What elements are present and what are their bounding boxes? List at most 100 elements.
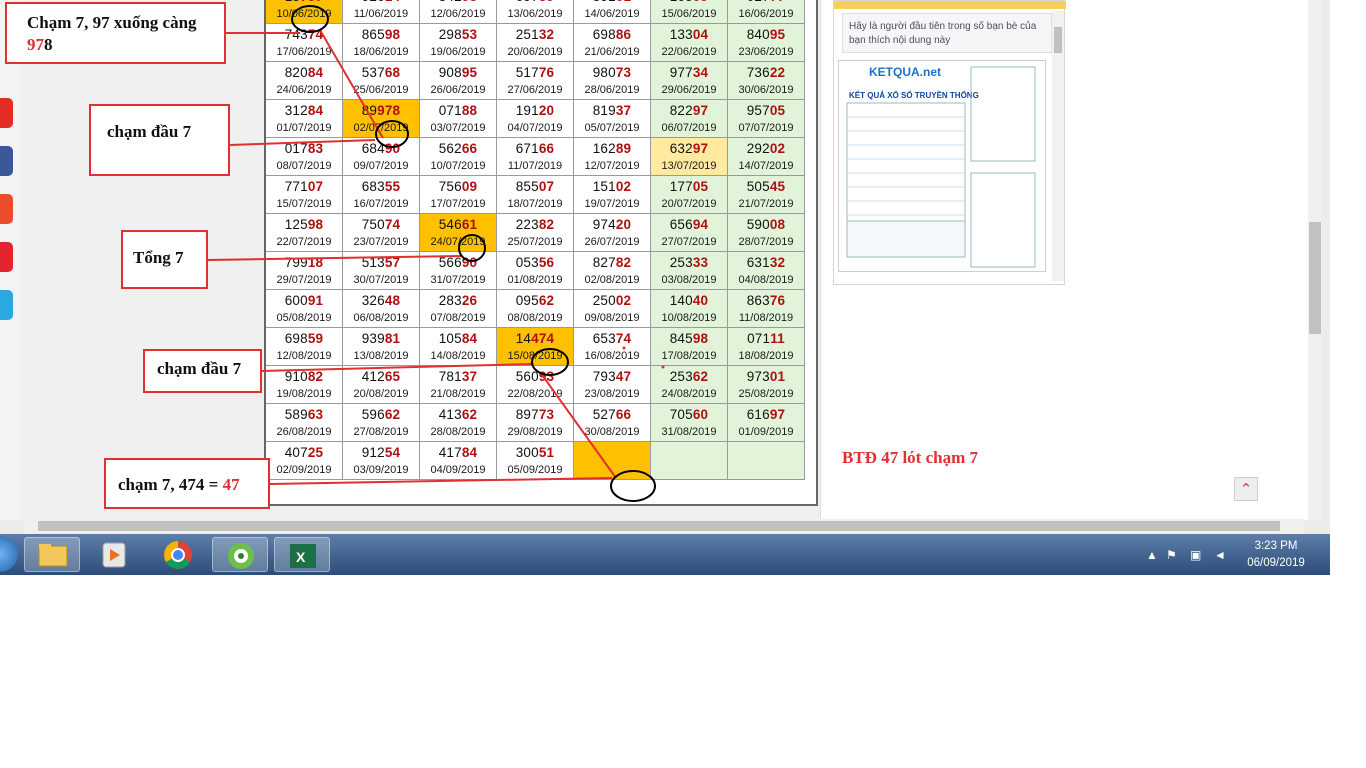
number-head: 071 [438, 103, 462, 118]
result-date: 15/08/2019 [507, 350, 563, 362]
number-head: 822 [669, 103, 693, 118]
page-horizontal-scrollbar[interactable] [24, 519, 1304, 533]
result-number: 95705 [728, 103, 804, 118]
taskbar-coccoc[interactable] [212, 537, 268, 572]
result-date: 03/09/2019 [353, 464, 409, 476]
result-number: 28326 [420, 293, 496, 308]
tray-flag-icon[interactable]: ⚑ [1166, 548, 1177, 562]
result-cell: 86598 18/06/2019 [343, 24, 420, 62]
result-date: 17/06/2019 [276, 46, 332, 58]
number-head: 705 [669, 407, 693, 422]
number-tail: 05 [692, 179, 709, 194]
result-number: 13797 [266, 0, 342, 4]
number-head: 683 [361, 179, 385, 194]
taskbar-excel[interactable]: X [274, 537, 330, 572]
result-number: 05356 [497, 255, 573, 270]
facebook-icon[interactable] [0, 146, 13, 176]
number-tail: 34 [692, 65, 709, 80]
tray-network-icon[interactable]: ▣ [1190, 548, 1201, 562]
number-head: 312 [284, 103, 308, 118]
number-tail: 09 [461, 179, 478, 194]
result-cell: 05356 01/08/2019 [497, 252, 574, 290]
table-row: 40725 02/09/2019 91254 03/09/2019 41784 04/09… [266, 442, 816, 480]
tray-expand-icon[interactable]: ▲ [1146, 548, 1158, 562]
annotation-box-4: chạm đầu 7 [143, 349, 262, 393]
taskbar-media-player[interactable] [86, 537, 142, 572]
page-scroll-thumb[interactable] [1309, 222, 1321, 334]
result-date: 27/08/2019 [353, 426, 409, 438]
result-cell [651, 442, 728, 480]
page-vertical-scrollbar[interactable] [1308, 0, 1322, 520]
number-tail: 54 [384, 445, 401, 460]
number-head: 527 [592, 407, 616, 422]
result-date: 20/07/2019 [661, 198, 717, 210]
annotation-2-text: chạm đầu 7 [107, 122, 192, 141]
result-number: 59662 [343, 407, 419, 422]
number-head: 771 [284, 179, 308, 194]
number-tail: 37 [461, 369, 478, 384]
number-tail: 14 [385, 0, 400, 4]
clock-date[interactable]: 06/09/2019 [1238, 557, 1314, 569]
number-head: 14 [515, 331, 532, 346]
result-date: 15/07/2019 [276, 198, 332, 210]
result-date: 21/07/2019 [738, 198, 794, 210]
result-date: 30/06/2019 [738, 84, 794, 96]
result-date: 14/07/2019 [738, 160, 794, 172]
result-date: 29/06/2019 [661, 84, 717, 96]
result-date: 10/07/2019 [430, 160, 486, 172]
result-date: 14/06/2019 [584, 8, 640, 20]
number-tail: 32 [769, 255, 786, 270]
number-head: 840 [746, 27, 770, 42]
result-cell: 13304 22/06/2019 [651, 24, 728, 62]
number-head: 071 [747, 331, 771, 346]
shopping-icon[interactable] [0, 194, 13, 224]
number-tail: 02 [615, 179, 632, 194]
clock-time[interactable]: 3:23 PM [1238, 540, 1314, 552]
number-head: 253 [669, 255, 693, 270]
fb-like-hint: Hãy là người đầu tiên trong số bạn bè củ… [842, 13, 1052, 53]
result-date: 17/08/2019 [661, 350, 717, 362]
result-number: 73622 [728, 65, 804, 80]
fb-banner [834, 1, 1066, 9]
table-row: 31284 01/07/2019 89978 02/07/2019 07188 03/07… [266, 100, 816, 138]
result-cell: 61697 01/09/2019 [728, 404, 805, 442]
taskbar-chrome[interactable] [150, 537, 206, 572]
result-number: 86598 [343, 27, 419, 42]
result-date: 07/08/2019 [430, 312, 486, 324]
result-date: 05/09/2019 [507, 464, 563, 476]
youtube-icon[interactable] [0, 98, 13, 128]
result-cell: 73622 30/06/2019 [728, 62, 805, 100]
result-cell: 86376 11/08/2019 [728, 290, 805, 328]
number-tail: 77 [770, 0, 785, 4]
number-tail: 82 [307, 369, 324, 384]
number-head: 250 [592, 293, 616, 308]
news-icon[interactable] [0, 242, 13, 272]
scroll-to-top-button[interactable]: ⌃ [1234, 477, 1258, 501]
fb-box-scrollbar[interactable] [1052, 11, 1064, 281]
number-tail: 07 [538, 179, 555, 194]
start-button[interactable] [0, 536, 18, 572]
taskbar-file-explorer[interactable] [24, 537, 80, 572]
number-tail: 98 [384, 27, 401, 42]
number-tail: 61 [461, 217, 478, 232]
result-cell: 29853 19/06/2019 [420, 24, 497, 62]
result-date: 24/08/2019 [661, 388, 717, 400]
number-tail: 95 [461, 65, 478, 80]
h-scroll-thumb[interactable] [38, 521, 1280, 531]
result-number: 29853 [420, 27, 496, 42]
result-date: 18/06/2019 [353, 46, 409, 58]
app-icon[interactable] [0, 290, 13, 320]
number-head: 300 [515, 445, 539, 460]
annotation-1-red: 97 [27, 35, 44, 54]
fb-scroll-thumb[interactable] [1054, 27, 1062, 53]
number-head: 910 [284, 369, 308, 384]
annotation-box-3: Tổng 7 [121, 230, 208, 289]
number-head: 799 [284, 255, 308, 270]
result-date: 22/07/2019 [276, 236, 332, 248]
result-cell: 97734 29/06/2019 [651, 62, 728, 100]
result-cell: 54661 24/07/2019 [420, 214, 497, 252]
result-date: 02/08/2019 [584, 274, 640, 286]
tray-volume-icon[interactable]: ◄ [1214, 548, 1226, 562]
result-cell: 92614 11/06/2019 [343, 0, 420, 24]
number-head: 845 [669, 331, 693, 346]
